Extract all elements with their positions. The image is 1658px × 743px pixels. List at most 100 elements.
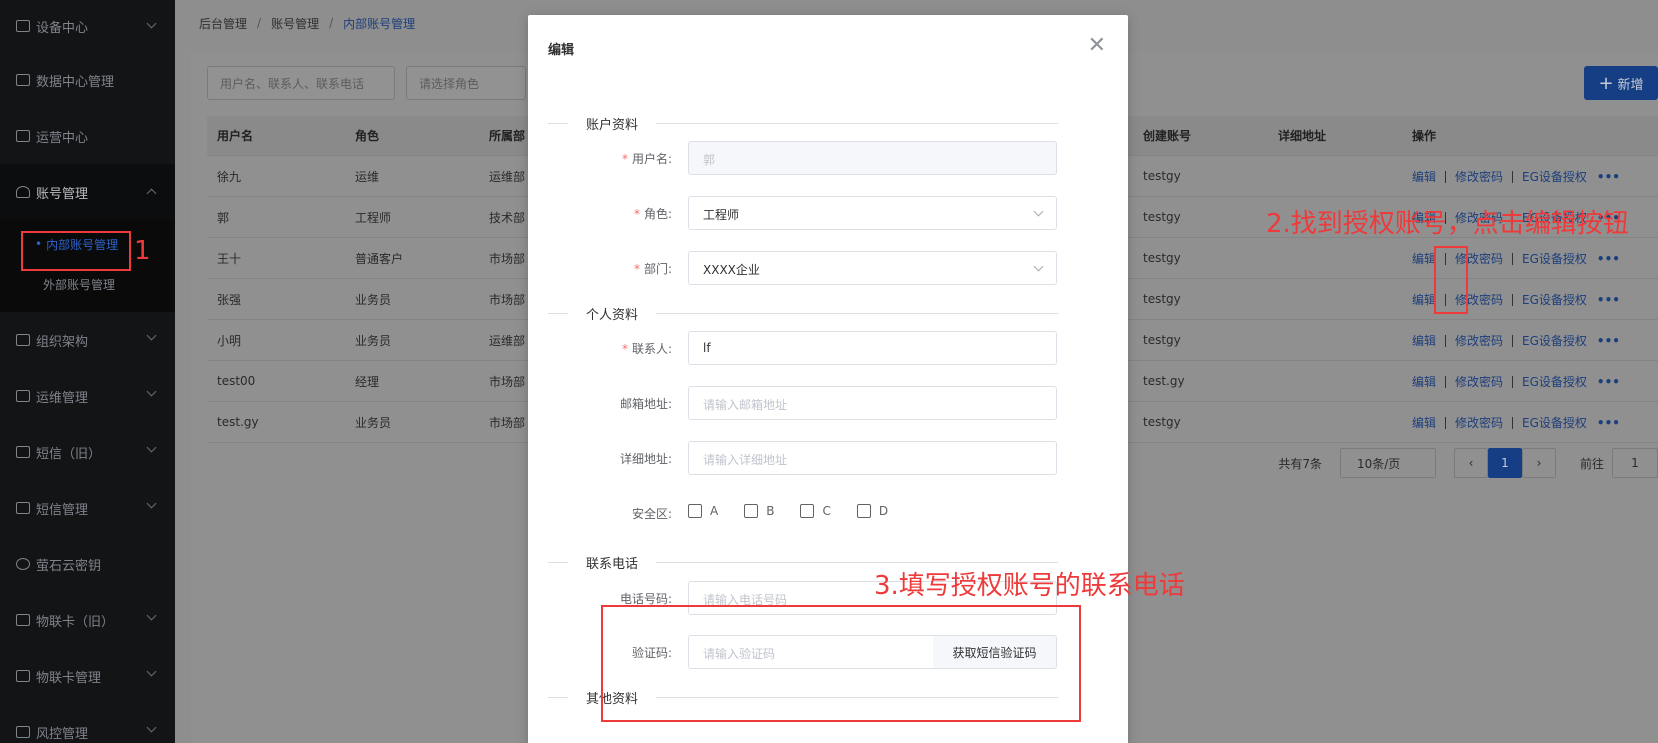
- goto-input[interactable]: 1: [1612, 448, 1658, 478]
- chevron-down-icon: [146, 722, 157, 733]
- sidebar-item-label: 风控管理: [36, 726, 89, 742]
- edit-link[interactable]: 编辑: [1412, 416, 1436, 430]
- change-password-link[interactable]: 修改密码: [1455, 416, 1503, 430]
- more-icon[interactable]: •••: [1597, 416, 1620, 430]
- username-field[interactable]: 郭: [688, 141, 1057, 175]
- more-icon[interactable]: •••: [1597, 170, 1620, 184]
- email-field[interactable]: 请输入邮箱地址: [688, 386, 1057, 420]
- page-1-button[interactable]: 1: [1487, 448, 1522, 478]
- cell-user: 张强: [217, 292, 242, 307]
- mail-icon: [16, 502, 30, 514]
- monitor-icon: [16, 130, 30, 142]
- card-icon: [16, 670, 30, 682]
- user-icon: [16, 186, 30, 198]
- sidebar-item-sms[interactable]: 短信管理: [0, 480, 175, 536]
- section-personal: 个人资料: [548, 303, 1058, 323]
- zone-checkbox-b[interactable]: B: [744, 504, 774, 518]
- sidebar-item-sms-old[interactable]: 短信（旧）: [0, 424, 175, 480]
- edit-link[interactable]: 编辑: [1412, 170, 1436, 184]
- cell-user: 郭: [217, 210, 230, 225]
- eg-auth-link[interactable]: EG设备授权: [1522, 293, 1587, 307]
- row-actions: 编辑 修改密码 EG设备授权 •••: [1402, 373, 1658, 390]
- sidebar-item-label: 运营中心: [36, 130, 89, 146]
- zone-checkbox-d[interactable]: D: [856, 504, 888, 518]
- chevron-down-icon: [146, 442, 157, 453]
- chevron-down-icon: [1033, 261, 1044, 272]
- chevron-down-icon: [146, 330, 157, 341]
- sidebar-item-label: 运维管理: [36, 390, 89, 406]
- sidebar-item-risk[interactable]: 风控管理: [0, 704, 175, 743]
- more-icon[interactable]: •••: [1597, 334, 1620, 348]
- row-dept: * 部门: XXXX企业: [528, 251, 1128, 285]
- zone-checkboxes: A B C D: [688, 504, 914, 518]
- sidebar-item-label: 物联卡（旧）: [36, 614, 115, 630]
- row-zone: 安全区: A B C D: [528, 496, 1128, 530]
- sidebar-item-label: 数据中心管理: [36, 74, 115, 90]
- close-icon[interactable]: ✕: [1088, 33, 1106, 58]
- row-actions: 编辑 修改密码 EG设备授权 •••: [1402, 168, 1658, 185]
- change-password-link[interactable]: 修改密码: [1455, 334, 1503, 348]
- more-icon[interactable]: •••: [1597, 375, 1620, 389]
- eg-auth-link[interactable]: EG设备授权: [1522, 252, 1587, 266]
- role-select[interactable]: 工程师: [688, 196, 1057, 230]
- breadcrumb-item[interactable]: 账号管理: [271, 15, 319, 32]
- contact-field[interactable]: lf: [688, 331, 1057, 365]
- page-size-select[interactable]: 10条/页: [1339, 448, 1436, 478]
- prev-page-button[interactable]: ‹: [1453, 448, 1488, 478]
- more-icon[interactable]: •••: [1597, 252, 1620, 266]
- address-label: 详细地址:: [619, 452, 672, 466]
- chevron-down-icon: [146, 386, 157, 397]
- chevron-down-icon: [146, 610, 157, 621]
- add-button[interactable]: + 新增: [1584, 66, 1658, 100]
- search-input[interactable]: 用户名、联系人、联系电话: [207, 66, 395, 100]
- username-label: * 用户名:: [621, 152, 672, 166]
- section-account: 账户资料: [548, 113, 1058, 133]
- eg-auth-link[interactable]: EG设备授权: [1522, 375, 1587, 389]
- eg-auth-link[interactable]: EG设备授权: [1522, 170, 1587, 184]
- sidebar-item-ezviz-key[interactable]: 萤石云密钥: [0, 536, 175, 592]
- breadcrumb-current: 内部账号管理: [343, 16, 416, 31]
- eg-auth-link[interactable]: EG设备授权: [1522, 416, 1587, 430]
- key-icon: [16, 558, 30, 570]
- sidebar-item-account[interactable]: 账号管理: [0, 164, 175, 220]
- sidebar-item-ops-center[interactable]: 运营中心: [0, 108, 175, 164]
- cell-user: test.gy: [217, 415, 259, 429]
- row-username: * 用户名: 郭: [528, 141, 1128, 175]
- sidebar-item-label: 物联卡管理: [36, 670, 102, 686]
- edit-link[interactable]: 编辑: [1412, 334, 1436, 348]
- cell-creator: test.gy: [1143, 374, 1185, 388]
- more-icon[interactable]: •••: [1597, 293, 1620, 307]
- sidebar-item-iot-card-old[interactable]: 物联卡（旧）: [0, 592, 175, 648]
- sidebar-item-org[interactable]: 组织架构: [0, 312, 175, 368]
- sidebar-item-label: 萤石云密钥: [36, 558, 102, 574]
- ops-icon: [16, 390, 30, 402]
- sidebar-item-data-center[interactable]: 数据中心管理: [0, 52, 175, 108]
- edit-link[interactable]: 编辑: [1412, 293, 1436, 307]
- chevron-down-icon: [146, 498, 157, 509]
- sidebar-item-label: 设备中心: [36, 20, 89, 36]
- annotation-box-2: [1434, 246, 1468, 314]
- email-label: 邮箱地址:: [619, 397, 672, 411]
- eg-auth-link[interactable]: EG设备授权: [1522, 334, 1587, 348]
- change-password-link[interactable]: 修改密码: [1455, 375, 1503, 389]
- row-address: 详细地址: 请输入详细地址: [528, 441, 1128, 475]
- edit-link[interactable]: 编辑: [1412, 252, 1436, 266]
- sidebar-item-label: 短信管理: [36, 502, 89, 518]
- chart-icon: [16, 74, 30, 86]
- sidebar-item-ops-manage[interactable]: 运维管理: [0, 368, 175, 424]
- edit-link[interactable]: 编辑: [1412, 375, 1436, 389]
- annotation-box-3: [601, 605, 1081, 722]
- cell-role: 业务员: [355, 415, 392, 430]
- dept-select[interactable]: XXXX企业: [688, 251, 1057, 285]
- address-field[interactable]: 请输入详细地址: [688, 441, 1057, 475]
- chevron-down-icon: [146, 666, 157, 677]
- sidebar-item-iot-card[interactable]: 物联卡管理: [0, 648, 175, 704]
- breadcrumb-item[interactable]: 后台管理: [199, 15, 247, 32]
- role-select[interactable]: 请选择角色: [406, 66, 526, 100]
- zone-checkbox-c[interactable]: C: [800, 504, 831, 518]
- next-page-button[interactable]: ›: [1521, 448, 1556, 478]
- sidebar-item-device-center[interactable]: 设备中心: [0, 0, 175, 52]
- zone-checkbox-a[interactable]: A: [688, 504, 718, 518]
- change-password-link[interactable]: 修改密码: [1455, 170, 1503, 184]
- pagination: 共有7条 10条/页 ‹ 1 › 前往 1: [1278, 448, 1658, 478]
